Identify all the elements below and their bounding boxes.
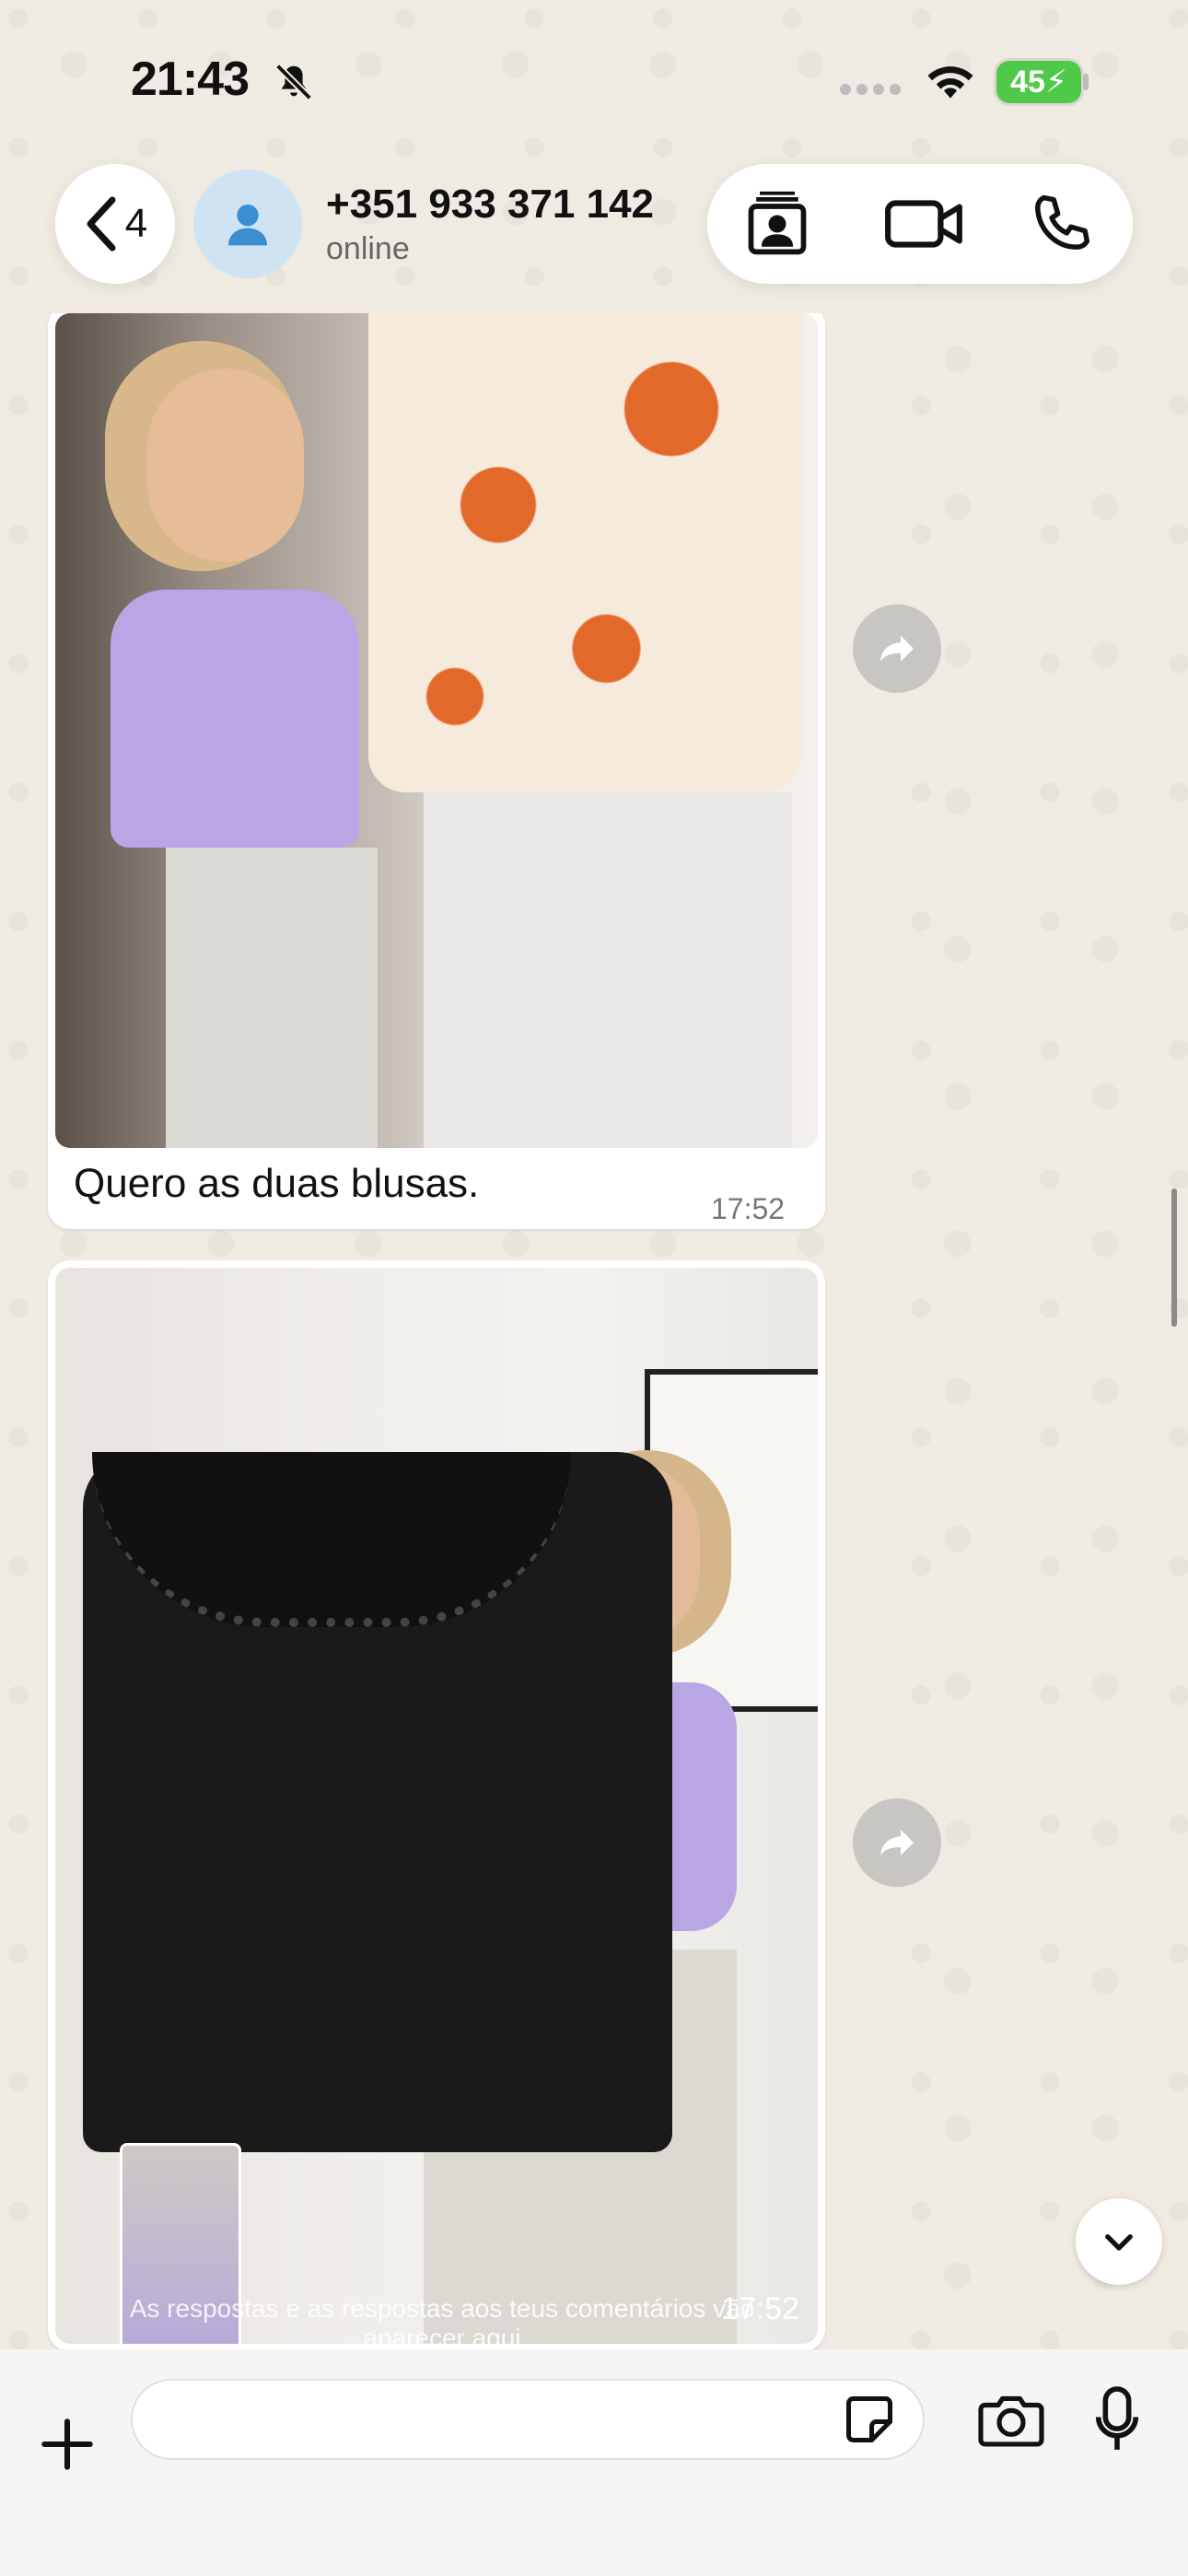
composer-bar (0, 2349, 1188, 2576)
photo-white-pants (424, 792, 792, 1148)
photo-person-head (147, 369, 304, 562)
contact-card-icon (748, 191, 807, 255)
status-bar: 21:43 45 ⚡ (0, 0, 1188, 147)
bell-muted-icon (275, 64, 312, 100)
camera-icon[interactable] (976, 2390, 1046, 2451)
forward-arrow-icon (880, 636, 914, 662)
video-overlay-text: As respostas e as respostas aos teus com… (129, 2294, 755, 2344)
message-input[interactable] (131, 2379, 925, 2460)
video-camera-icon (885, 200, 962, 248)
forward-arrow-icon (880, 1830, 914, 1856)
plus-icon[interactable] (37, 2414, 98, 2475)
chevron-down-icon (1105, 2234, 1133, 2251)
message-video-2[interactable]: As respostas e as respostas aos teus com… (55, 1268, 818, 2344)
chevron-left-icon (87, 196, 116, 252)
scroll-to-bottom-button[interactable] (1076, 2198, 1162, 2285)
contact-name: +351 933 371 142 (326, 181, 655, 227)
battery-cap (1083, 74, 1089, 90)
forward-button[interactable] (853, 1798, 941, 1887)
back-button[interactable]: 4 (55, 164, 175, 284)
sticker-icon[interactable] (842, 2392, 897, 2447)
photo-person-top (111, 590, 359, 848)
microphone-icon[interactable] (1092, 2384, 1142, 2454)
cellular-signal-icon (840, 83, 906, 100)
scrollbar[interactable] (1171, 1188, 1177, 1327)
voice-call-button[interactable] (1030, 189, 1094, 259)
status-time: 21:43 (131, 53, 250, 106)
contact-card-button[interactable] (740, 189, 814, 259)
photo-floral-shirt (368, 313, 801, 792)
phone-icon (1035, 194, 1090, 250)
message-caption: Quero as duas blusas. (74, 1161, 480, 1206)
forward-button[interactable] (853, 604, 941, 693)
photo-person-legs (166, 848, 378, 1148)
wifi-icon (927, 66, 973, 99)
call-actions (707, 164, 1133, 284)
person-icon (228, 205, 267, 246)
battery-level: 45 (1010, 64, 1045, 100)
contact-status: online (326, 230, 410, 266)
contact-header[interactable]: +351 933 371 142 online (193, 164, 691, 284)
unread-count: 4 (124, 201, 148, 246)
message-time: 17:52 (711, 1192, 786, 1225)
message-image-1[interactable] (55, 313, 818, 1148)
video-call-button[interactable] (882, 189, 965, 259)
battery-indicator: 45 ⚡ (996, 61, 1081, 103)
avatar[interactable] (193, 170, 302, 278)
message-list[interactable]: Quero as duas blusas. 17:52 As respostas… (0, 313, 1188, 2349)
message-time: 17:52 (720, 2291, 799, 2326)
